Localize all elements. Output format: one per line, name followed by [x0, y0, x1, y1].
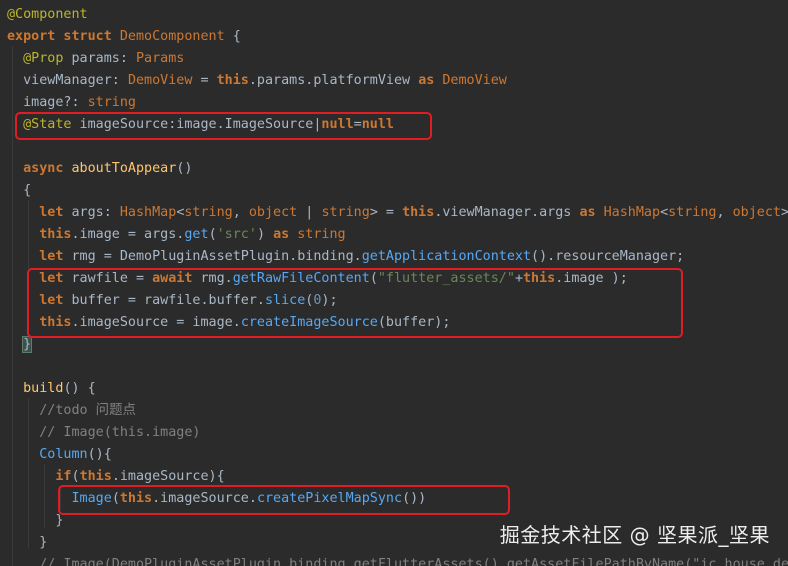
code-token: <: [660, 205, 669, 220]
code-line: let args: HashMap<string, object | strin…: [7, 202, 788, 224]
code-token: image?:: [7, 95, 88, 110]
code-line: @Prop params: Params: [7, 48, 184, 70]
code-line: }: [7, 532, 47, 554]
code-token: let: [39, 205, 72, 220]
code-line: Column(){: [7, 444, 112, 466]
code-token: }: [7, 535, 48, 550]
code-token: this: [39, 227, 72, 242]
code-token: //todo 问题点: [39, 403, 136, 418]
code-token: this: [402, 205, 435, 220]
code-token: // Image(DemoPluginAssetPlugin.binding.g…: [39, 557, 788, 566]
code-token: ().resourceManager;: [531, 249, 685, 264]
code-token: ): [256, 227, 274, 242]
code-token: rmg = DemoPluginAssetPlugin.binding.: [71, 249, 362, 264]
code-token: |: [297, 205, 322, 220]
code-line: viewManager: DemoView = this.params.plat…: [7, 70, 507, 92]
code-token: if: [55, 469, 72, 484]
code-token: string: [184, 205, 233, 220]
code-token: aboutToAppear: [71, 161, 177, 176]
code-token: this: [79, 469, 112, 484]
code-token: Params: [136, 51, 185, 66]
code-token: =: [192, 73, 217, 88]
code-token: DemoComponent: [119, 29, 225, 44]
code-line: export struct DemoComponent {: [7, 26, 241, 48]
code-token: DemoView: [127, 73, 193, 88]
code-token: args:: [71, 205, 120, 220]
code-token: getApplicationContext: [361, 249, 532, 264]
code-token: object: [248, 205, 298, 220]
highlight-box-rawfile: [27, 268, 683, 338]
code-token: HashMap: [119, 205, 177, 220]
code-token: string: [321, 205, 370, 220]
code-line: let rmg = DemoPluginAssetPlugin.binding.…: [7, 246, 684, 268]
code-token: // Image(this.image): [39, 425, 201, 440]
code-token: (): [176, 161, 193, 176]
code-editor[interactable]: @Component export struct DemoComponent { …: [0, 0, 788, 566]
watermark: 掘金技术社区 @ 坚果派_坚果: [499, 523, 770, 547]
code-token: string: [87, 95, 136, 110]
code-token: this: [216, 73, 249, 88]
code-line: }: [7, 334, 33, 356]
code-token: as: [579, 205, 604, 220]
code-token: .params.platformView: [248, 73, 419, 88]
highlight-box-state: [15, 112, 432, 140]
code-token: (: [208, 227, 217, 242]
code-token: async: [23, 161, 72, 176]
code-token: as: [418, 73, 443, 88]
code-token: .image = args.: [71, 227, 185, 242]
code-line: image?: string: [7, 92, 136, 114]
code-token: (){: [87, 447, 112, 462]
code-token: export struct: [7, 29, 120, 44]
code-line: // Image(DemoPluginAssetPlugin.binding.g…: [7, 554, 788, 566]
code-token: string: [297, 227, 346, 242]
code-token: HashMap: [603, 205, 661, 220]
code-token: .imageSource){: [111, 469, 225, 484]
code-line: this.image = args.get('src') as string: [7, 224, 346, 246]
code-line: // Image(this.image): [7, 422, 201, 444]
code-token: (: [71, 469, 80, 484]
code-token: string: [668, 205, 717, 220]
code-line: build() {: [7, 378, 96, 400]
code-token: build: [23, 381, 64, 396]
code-token: Column: [39, 447, 88, 462]
code-line: @Component: [7, 4, 88, 26]
code-token: params:: [63, 51, 136, 66]
code-token: let: [39, 249, 72, 264]
code-token: > =: [369, 205, 403, 220]
code-token: .viewManager.args: [434, 205, 580, 220]
code-token: }: [22, 336, 33, 353]
code-token: ,: [232, 205, 249, 220]
code-token: viewManager:: [7, 73, 128, 88]
code-token: {: [7, 183, 32, 198]
code-line: {: [7, 180, 31, 202]
code-token: @Prop: [23, 51, 64, 66]
code-token: DemoView: [442, 73, 507, 88]
code-token: @Component: [7, 7, 88, 22]
code-token: ,: [716, 205, 733, 220]
code-token: object: [732, 205, 781, 220]
code-token: 'src': [216, 227, 257, 242]
code-line: async aboutToAppear(): [7, 158, 192, 180]
code-line: //todo 问题点: [7, 400, 136, 422]
code-token: {: [224, 29, 241, 44]
code-line: }: [7, 510, 63, 532]
highlight-box-image: [58, 485, 510, 515]
code-token: >: [781, 205, 788, 220]
code-token: as: [273, 227, 298, 242]
code-token: }: [7, 513, 64, 528]
code-token: get: [184, 227, 209, 242]
code-token: () {: [63, 381, 96, 396]
